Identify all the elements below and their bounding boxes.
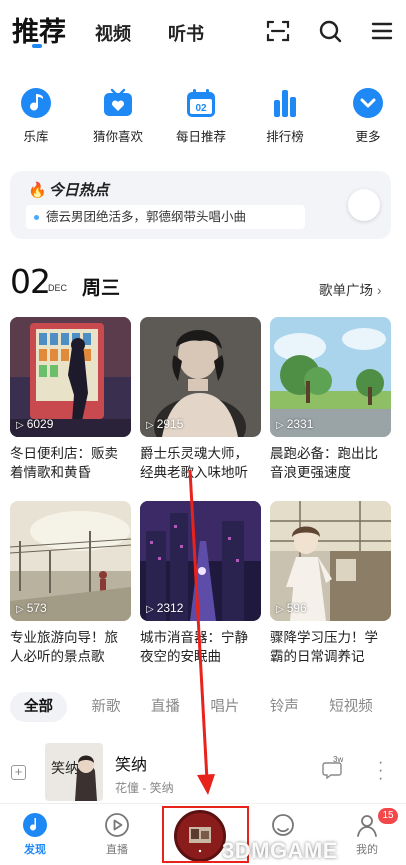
play-count-value: 596 <box>286 601 307 615</box>
quick-entry-label: 猜你喜欢 <box>92 130 143 144</box>
category-tabs: 全部 新歌 直播 唱片 铃声 短视频 <box>10 692 406 724</box>
play-icon: ▷ <box>16 604 24 615</box>
nav-label: 发现 <box>24 844 46 856</box>
add-icon[interactable]: + <box>11 765 26 780</box>
category-tab-short-video[interactable]: 短视频 <box>329 692 373 722</box>
tab-audiobook[interactable]: 听书 <box>168 20 204 46</box>
play-count-value: 2915 <box>156 417 184 431</box>
hot-today-card[interactable]: 🔥 今日热点 德云男团绝活多，郭德纲带头唱小曲 <box>10 171 391 239</box>
quick-entry-label: 更多 <box>355 130 381 144</box>
song-cover: 笑纳 <box>45 743 103 801</box>
play-icon: ▷ <box>16 420 24 431</box>
playlist-title: 爵士乐灵魂大师，经典老歌入味地听 <box>140 446 248 480</box>
calendar-icon: 02 <box>187 89 215 117</box>
nav-discover[interactable]: 发现 <box>10 812 60 857</box>
quick-entry-label: 每日推荐 <box>175 130 226 144</box>
playlist-title: 专业旅游向导！旅人必听的景点歌 <box>10 630 118 664</box>
music-note-icon <box>21 88 51 118</box>
fire-icon: 🔥 <box>28 182 47 199</box>
play-count: ▷ 573 <box>16 601 47 615</box>
quick-entry-label: 乐库 <box>23 130 49 144</box>
date-weekday: 周三 <box>82 278 121 299</box>
play-icon: ▷ <box>146 420 154 431</box>
playlist-card[interactable]: ▷ 2331 晨跑必备：跑出比音浪更强速度 <box>270 317 391 482</box>
bar-chart-icon <box>274 90 296 117</box>
playlist-cover: ▷ 573 <box>10 501 131 621</box>
play-icon: ▷ <box>276 420 284 431</box>
quick-entries: 乐库 猜你喜欢 02 每日推荐 排行榜 更多 <box>0 86 406 150</box>
play-count-value: 573 <box>26 601 47 615</box>
category-tab-albums[interactable]: 唱片 <box>210 692 239 722</box>
tab-video[interactable]: 视频 <box>95 20 131 46</box>
song-row[interactable]: + 笑纳 笑纳 花僮 - 笑纳 3w · · · <box>0 741 406 803</box>
playlist-title: 城市消音器：宁静夜空的安眠曲 <box>140 630 248 664</box>
hot-today-title: 🔥 今日热点 <box>28 179 109 200</box>
play-count: ▷ 2915 <box>146 417 183 431</box>
playlist-card[interactable]: ▷ 596 骤降学习压力！学霸的日常调养记 <box>270 501 391 666</box>
song-artist: 花僮 - 笑纳 <box>115 781 174 795</box>
category-tab-live[interactable]: 直播 <box>151 692 180 722</box>
play-icon: ▷ <box>146 604 154 615</box>
search-icon[interactable] <box>317 18 343 44</box>
quick-entry-guess-you-like[interactable]: 猜你喜欢 <box>83 86 153 145</box>
menu-icon[interactable] <box>369 18 395 44</box>
quick-entry-label: 排行榜 <box>266 130 304 144</box>
active-tab-indicator <box>32 44 42 48</box>
user-icon <box>357 815 377 837</box>
play-count: ▷ 6029 <box>16 417 53 431</box>
play-count-value: 6029 <box>26 417 54 431</box>
playlist-card[interactable]: ▷ 2915 爵士乐灵魂大师，经典老歌入味地听 <box>140 317 261 482</box>
play-count-value: 2331 <box>286 417 314 431</box>
playlist-card[interactable]: ▷ 573 专业旅游向导！旅人必听的景点歌 <box>10 501 131 666</box>
hot-today-headline[interactable]: 德云男团绝活多，郭德纲带头唱小曲 <box>26 205 305 229</box>
category-tab-new-songs[interactable]: 新歌 <box>91 692 120 722</box>
playlist-cover: ▷ 6029 <box>10 317 131 437</box>
playlist-title: 冬日便利店：贩卖着情歌和黄昏 <box>10 446 118 480</box>
play-circle-icon <box>105 813 129 837</box>
watermark: 3DMGAME <box>222 838 338 863</box>
playlist-cover: ▷ 2312 <box>140 501 261 621</box>
playlist-title: 骤降学习压力！学霸的日常调养记 <box>270 630 378 664</box>
nav-label: 我的 <box>356 844 378 856</box>
category-tab-all[interactable]: 全部 <box>10 692 67 722</box>
play-count: ▷ 596 <box>276 601 307 615</box>
chevron-right-icon: › <box>377 283 382 298</box>
play-count: ▷ 2331 <box>276 417 313 431</box>
playlist-square-label: 歌单广场 <box>319 283 373 298</box>
playlist-cover: ▷ 2915 <box>140 317 261 437</box>
nav-label: 直播 <box>106 844 128 856</box>
song-cover-text: 笑纳 <box>51 761 79 777</box>
category-tab-ringtones[interactable]: 铃声 <box>270 692 299 722</box>
calendar-badge-text: 02 <box>195 103 207 114</box>
playlist-cover: ▷ 596 <box>270 501 391 621</box>
music-note-icon <box>23 813 47 837</box>
play-count-value: 2312 <box>156 601 184 615</box>
more-vertical-icon[interactable]: · · · <box>378 755 383 787</box>
nav-community[interactable] <box>258 812 308 841</box>
top-bar: 推荐 视频 听书 <box>0 0 406 62</box>
play-icon: ▷ <box>276 604 284 615</box>
song-title: 笑纳 <box>115 757 148 774</box>
playlist-square-link[interactable]: 歌单广场 › <box>319 279 382 299</box>
date-day: 02 <box>10 262 51 301</box>
hot-today-knob <box>348 189 380 221</box>
chat-icon <box>272 814 294 836</box>
quick-entry-library[interactable]: 乐库 <box>1 86 71 145</box>
date-month: DEC <box>48 283 68 293</box>
playlist-cover: ▷ 2331 <box>270 317 391 437</box>
nav-live[interactable]: 直播 <box>92 812 142 857</box>
quick-entry-more[interactable]: 更多 <box>333 86 403 145</box>
notification-badge: 15 <box>378 808 398 824</box>
playlist-title: 晨跑必备：跑出比音浪更强速度 <box>270 446 378 480</box>
scan-icon[interactable] <box>265 18 291 44</box>
hot-today-title-text: 今日热点 <box>48 182 109 199</box>
playlist-card[interactable]: ▷ 2312 城市消音器：宁静夜空的安眠曲 <box>140 501 261 666</box>
play-count: ▷ 2312 <box>146 601 183 615</box>
playlist-card[interactable]: ▷ 6029 冬日便利店：贩卖着情歌和黄昏 <box>10 317 131 482</box>
quick-entry-daily-recommend[interactable]: 02 每日推荐 <box>166 86 236 145</box>
comment-count: 3w <box>333 755 344 764</box>
quick-entry-charts[interactable]: 排行榜 <box>250 86 320 145</box>
heart-tv-icon <box>104 88 132 116</box>
chevron-down-icon <box>353 88 383 118</box>
